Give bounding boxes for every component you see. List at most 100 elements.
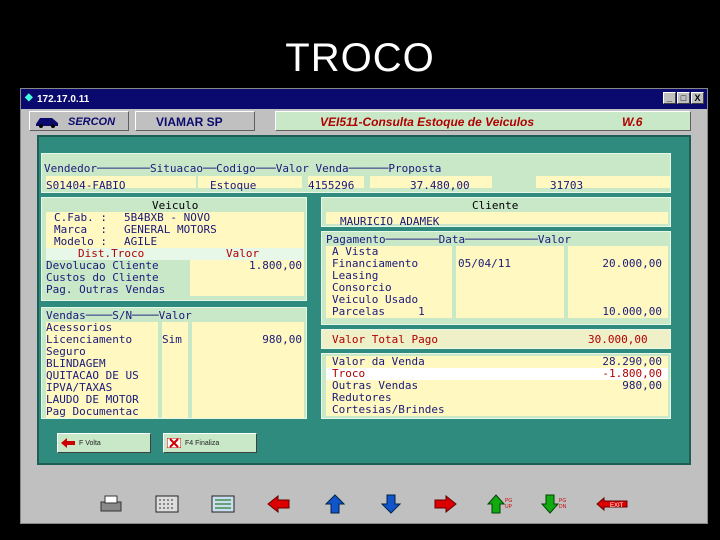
vehicle-box: Veiculo C.Fab. : 5B4BXB - NOVO Marca : G… xyxy=(41,197,307,301)
sales-value-field xyxy=(192,394,304,406)
sales-sn-field xyxy=(162,394,188,406)
sales-label-field: LAUDO DE MOTOR xyxy=(46,394,158,406)
sales-value: 980,00 xyxy=(262,334,302,346)
payment-row: A Vista xyxy=(326,246,668,258)
payment-value-field xyxy=(568,294,668,306)
summary-value: 980,00 xyxy=(622,380,662,392)
pgdn-button[interactable]: PG DN xyxy=(541,493,569,515)
pgdn-label: PG DN xyxy=(559,498,567,510)
sales-headers: Vendas────S/N────Valor xyxy=(46,309,192,322)
store-name: VIAMAR SP xyxy=(156,115,223,129)
troco-row: Pag. Outras Vendas xyxy=(46,284,304,296)
payment-row: Consorcio xyxy=(326,282,668,294)
car-icon xyxy=(36,118,58,128)
finaliza-button[interactable]: F4 Finaliza xyxy=(163,433,257,453)
sales-value-field xyxy=(192,370,304,382)
sales-label: LAUDO DE MOTOR xyxy=(46,394,139,406)
volta-button[interactable]: F Volta xyxy=(57,433,151,453)
brand-value: GENERAL MOTORS xyxy=(124,224,217,236)
sales-label-field: IPVA/TAXAS xyxy=(46,382,158,394)
sales-value-field xyxy=(192,322,304,334)
model-value: AGILE xyxy=(124,236,158,248)
up-button[interactable] xyxy=(321,493,349,515)
sales-row: LAUDO DE MOTOR xyxy=(46,394,304,406)
cfab-value: 5B4BXB - NOVO xyxy=(124,212,211,224)
version-label: W.6 xyxy=(622,115,643,129)
logo-panel: SERCON xyxy=(29,111,129,131)
print-button[interactable] xyxy=(97,493,125,515)
summary-label: Outras Vendas xyxy=(332,380,419,392)
store-panel: VIAMAR SP xyxy=(135,111,255,131)
summary-label: Troco xyxy=(332,368,366,380)
proposal-field: 31703 xyxy=(536,176,670,192)
right-button[interactable] xyxy=(431,493,459,515)
payment-label: Veiculo Usado xyxy=(332,294,419,306)
sales-label: BLINDAGEM xyxy=(46,358,106,370)
calculator-button[interactable] xyxy=(153,493,181,515)
arrow-left-icon xyxy=(267,495,290,513)
payment-row: Veiculo Usado xyxy=(326,294,668,306)
maximize-button[interactable]: □ xyxy=(677,92,690,104)
summary-box: Valor da Venda 28.290,00 Troco -1.800,00 Out… xyxy=(321,353,671,419)
exit-button[interactable]: EXIT xyxy=(595,493,629,515)
payment-label: Leasing xyxy=(332,270,379,282)
sale-value-field: 37.480,00 xyxy=(370,176,492,192)
payment-value-field: 20.000,00 xyxy=(568,258,668,270)
troco-label: Devolucao Cliente xyxy=(46,260,188,272)
payment-date-field xyxy=(456,246,564,258)
sales-sn-field xyxy=(162,370,188,382)
sales-sn-field xyxy=(162,406,188,418)
troco-value: 1.800,00 xyxy=(249,260,302,272)
dist-troco-header: Dist.Troco xyxy=(78,248,145,260)
payment-date: 05/04/11 xyxy=(458,258,511,270)
list-icon xyxy=(211,495,235,513)
left-button[interactable] xyxy=(265,493,293,515)
logo-text: SERCON xyxy=(68,116,116,128)
sales-value-field xyxy=(192,382,304,394)
pgup-label: PG UP xyxy=(505,498,513,510)
sales-row: IPVA/TAXAS xyxy=(46,382,304,394)
summary-label: Redutores xyxy=(332,392,392,404)
payment-label-field: A Vista xyxy=(326,246,452,258)
summary-value: 28.290,00 xyxy=(602,356,662,368)
proposal-box: Vendedor────────Situacao──Codigo───Valor… xyxy=(41,153,671,193)
payment-value-field xyxy=(568,270,668,282)
total-label: Valor Total Pago xyxy=(332,334,438,346)
sales-row: BLINDAGEM xyxy=(46,358,304,370)
window-titlebar: ◆ 172.17.0.11 _ □ X xyxy=(21,89,707,109)
status-value: Estoque xyxy=(210,179,257,192)
payment-row: Financiamento 05/04/11 20.000,00 xyxy=(326,258,668,270)
page-up-icon xyxy=(487,494,505,514)
proposal-headers: Vendedor────────Situacao──Codigo───Valor… xyxy=(44,163,442,175)
payment-label: Parcelas 1 xyxy=(332,306,425,318)
summary-row: Troco -1.800,00 xyxy=(326,368,668,380)
sales-value-field xyxy=(192,358,304,370)
payment-value-field xyxy=(568,282,668,294)
sales-label: Seguro xyxy=(46,346,86,358)
close-button[interactable]: X xyxy=(691,92,704,104)
down-button[interactable] xyxy=(377,493,405,515)
seller-value: S01404-FABIO xyxy=(46,179,126,192)
total-value: 30.000,00 xyxy=(588,334,648,346)
sales-label-field: Seguro xyxy=(46,346,158,358)
troco-label: Pag. Outras Vendas xyxy=(46,284,188,296)
valor-header: Valor xyxy=(226,248,260,260)
sales-row: Licenciamento Sim 980,00 xyxy=(46,334,304,346)
summary-label: Cortesias/Brindes xyxy=(332,404,445,416)
client-box: Cliente MAURICIO ADAMEK xyxy=(321,197,671,228)
payment-date-field xyxy=(456,270,564,282)
code-value: 4155296 xyxy=(308,179,355,192)
list-button[interactable] xyxy=(209,493,237,515)
minimize-button[interactable]: _ xyxy=(663,92,676,104)
payment-label-field: Financiamento xyxy=(326,258,452,270)
page-down-icon xyxy=(541,494,559,514)
connection-icon: ◆ xyxy=(25,92,33,103)
sales-sn-field xyxy=(162,382,188,394)
summary-label: Valor da Venda xyxy=(332,356,425,368)
terminal-window: ◆ 172.17.0.11 _ □ X SERCON VIAMAR SP VEI… xyxy=(20,88,708,524)
troco-label: Custos do Cliente xyxy=(46,272,188,284)
troco-header-row: Dist.Troco Valor xyxy=(46,248,304,260)
back-arrow-icon xyxy=(61,438,75,448)
summary-row: Valor da Venda 28.290,00 xyxy=(326,356,668,368)
pgup-button[interactable]: PG UP xyxy=(487,493,515,515)
